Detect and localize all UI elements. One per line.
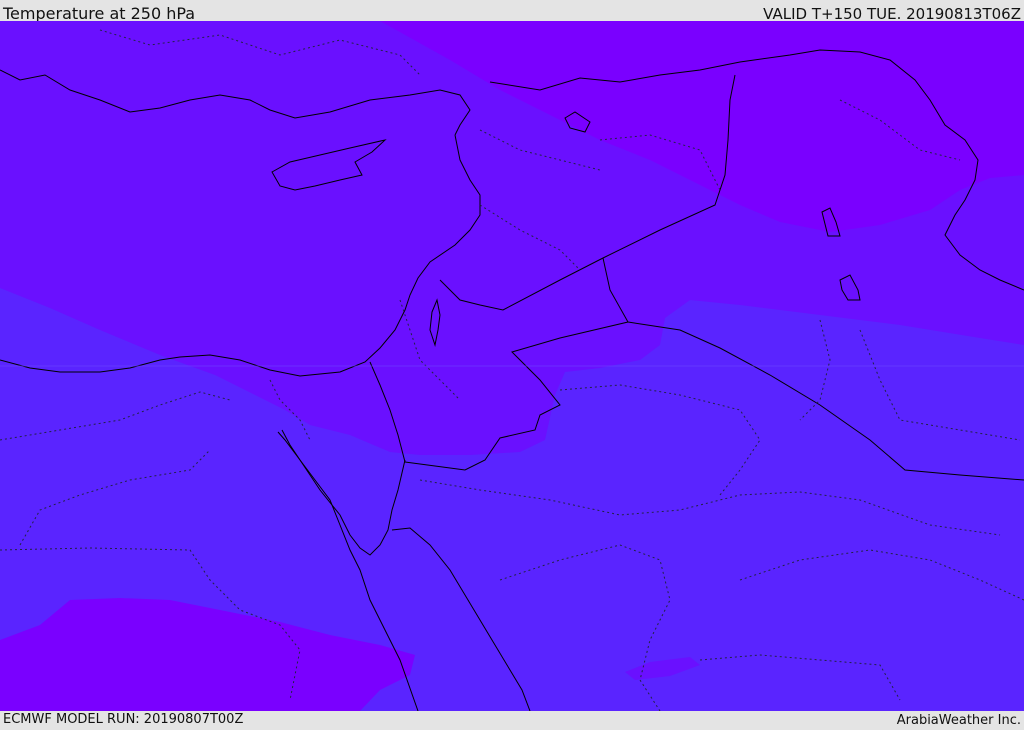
- map-svg: [0, 21, 1024, 711]
- footer-bar: ECMWF MODEL RUN: 20190807T00Z ArabiaWeat…: [0, 711, 1024, 729]
- map-panel[interactable]: [0, 21, 1024, 711]
- header-bar: Temperature at 250 hPa VALID T+150 TUE. …: [0, 0, 1024, 23]
- brand-label: ArabiaWeather Inc.: [896, 713, 1021, 728]
- model-run-label: ECMWF MODEL RUN: 20190807T00Z: [3, 712, 244, 727]
